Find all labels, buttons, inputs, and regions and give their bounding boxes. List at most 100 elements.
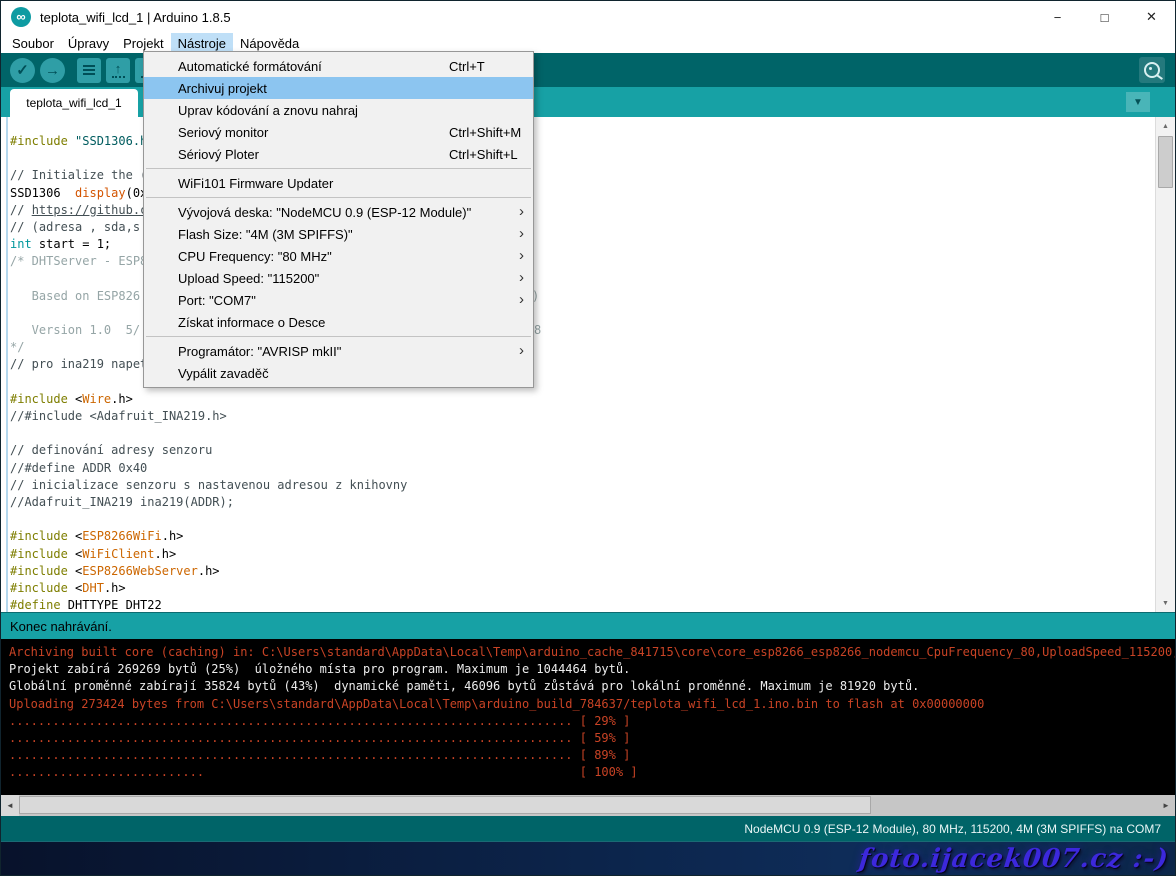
open-arrow-icon: ↑ bbox=[115, 63, 122, 74]
dotted-line-icon bbox=[112, 76, 125, 78]
menu-item-label: WiFi101 Firmware Updater bbox=[178, 176, 333, 191]
board-info-bar: NodeMCU 0.9 (ESP-12 Module), 80 MHz, 115… bbox=[1, 816, 1175, 841]
menubar-item-edit[interactable]: Úpravy bbox=[61, 33, 116, 53]
window-controls: − □ ✕ bbox=[1034, 1, 1175, 33]
code-fragment: 8 bbox=[534, 323, 541, 337]
menu-separator bbox=[146, 197, 531, 198]
maximize-button[interactable]: □ bbox=[1081, 1, 1128, 33]
console-line: Globální proměnné zabírají 35824 bytů (4… bbox=[9, 678, 1175, 695]
console-line: ........................................… bbox=[9, 713, 1175, 730]
scroll-right-button[interactable]: ► bbox=[1157, 795, 1175, 816]
status-text: Konec nahrávání. bbox=[10, 619, 112, 634]
code-line: #include <ESP8266WiFi.h> bbox=[10, 528, 1175, 545]
code-line: //#define ADDR 0x40 bbox=[10, 460, 1175, 477]
menu-item-label: Upload Speed: "115200" bbox=[178, 271, 319, 286]
menu-item-label: Uprav kódování a znovu nahraj bbox=[178, 103, 358, 118]
board-info-text: NodeMCU 0.9 (ESP-12 Module), 80 MHz, 115… bbox=[744, 822, 1161, 836]
console-lines: Archiving built core (caching) in: C:\Us… bbox=[1, 639, 1175, 782]
menu-item-fix-encoding[interactable]: Uprav kódování a znovu nahraj bbox=[144, 99, 533, 121]
watermark-band: foto.ijacek007.cz :-) bbox=[1, 841, 1175, 875]
menu-item-wifi101-updater[interactable]: WiFi101 Firmware Updater bbox=[144, 172, 533, 194]
document-icon bbox=[83, 65, 95, 76]
menu-separator bbox=[146, 168, 531, 169]
vscrollbar-thumb[interactable] bbox=[1158, 136, 1173, 188]
menu-separator bbox=[146, 336, 531, 337]
verify-button[interactable]: ✓ bbox=[10, 58, 35, 83]
menu-item-serial-plotter[interactable]: Sériový Ploter Ctrl+Shift+L bbox=[144, 143, 533, 165]
submenu-arrow-icon: › bbox=[519, 269, 524, 286]
submenu-arrow-icon: › bbox=[519, 291, 524, 308]
menu-item-port[interactable]: Port: "COM7" › bbox=[144, 289, 533, 311]
menubar-item-sketch[interactable]: Projekt bbox=[116, 33, 170, 53]
menubar: SouborÚpravyProjektNástrojeNápověda bbox=[1, 33, 1175, 53]
menu-item-label: Sériový Ploter bbox=[178, 147, 259, 162]
close-button[interactable]: ✕ bbox=[1128, 1, 1175, 33]
menu-item-burn-bootloader[interactable]: Vypálit zavaděč bbox=[144, 362, 533, 384]
console-line: Archiving built core (caching) in: C:\Us… bbox=[9, 644, 1175, 661]
code-line: #include <WiFiClient.h> bbox=[10, 546, 1175, 563]
menu-item-flash-size[interactable]: Flash Size: "4M (3M SPIFFS)" › bbox=[144, 223, 533, 245]
menubar-item-file[interactable]: Soubor bbox=[5, 33, 61, 53]
console-line: Projekt zabírá 269269 bytů (25%) úložnéh… bbox=[9, 661, 1175, 678]
menu-item-label: Flash Size: "4M (3M SPIFFS)" bbox=[178, 227, 353, 242]
menu-item-label: Archivuj projekt bbox=[178, 81, 267, 96]
code-line bbox=[10, 511, 1175, 528]
code-line bbox=[10, 425, 1175, 442]
new-sketch-button[interactable] bbox=[77, 58, 101, 83]
horizontal-scrollbar[interactable]: ◄ ► bbox=[1, 795, 1175, 816]
menu-item-board-select[interactable]: Vývojová deska: "NodeMCU 0.9 (ESP-12 Mod… bbox=[144, 201, 533, 223]
console-line: ........................... [ 100% ] bbox=[9, 764, 1175, 781]
console-output: Archiving built core (caching) in: C:\Us… bbox=[1, 639, 1175, 795]
menu-item-label: Automatické formátování bbox=[178, 59, 322, 74]
code-line: #include <Wire.h> bbox=[10, 391, 1175, 408]
tab-teplota-wifi-lcd-1[interactable]: teplota_wifi_lcd_1 bbox=[10, 89, 138, 117]
code-line: //#include <Adafruit_INA219.h> bbox=[10, 408, 1175, 425]
console-line: ........................................… bbox=[9, 730, 1175, 747]
scroll-up-button[interactable]: ▲ bbox=[1156, 118, 1175, 134]
menu-item-board-info[interactable]: Získat informace o Desce bbox=[144, 311, 533, 333]
hscrollbar-thumb[interactable] bbox=[19, 796, 871, 814]
menu-item-label: Vypálit zavaděč bbox=[178, 366, 269, 381]
code-line: //Adafruit_INA219 ina219(ADDR); bbox=[10, 494, 1175, 511]
minimize-button[interactable]: − bbox=[1034, 1, 1081, 33]
menu-item-serial-monitor[interactable]: Seriový monitor Ctrl+Shift+M bbox=[144, 121, 533, 143]
menu-item-label: Vývojová deska: "NodeMCU 0.9 (ESP-12 Mod… bbox=[178, 205, 471, 220]
console-line: ........................................… bbox=[9, 747, 1175, 764]
tab-list-dropdown-button[interactable]: ▼ bbox=[1126, 92, 1150, 112]
menu-shortcut: Ctrl+Shift+M bbox=[449, 125, 521, 140]
scroll-left-button[interactable]: ◄ bbox=[1, 795, 19, 816]
menu-item-programmer[interactable]: Programátor: "AVRISP mkII" › bbox=[144, 340, 533, 362]
menu-item-archive-sketch[interactable]: Archivuj projekt bbox=[144, 77, 533, 99]
console-line: Uploading 273424 bytes from C:\Users\sta… bbox=[9, 696, 1175, 713]
window-title: teplota_wifi_lcd_1 | Arduino 1.8.5 bbox=[40, 10, 231, 25]
menu-item-label: Port: "COM7" bbox=[178, 293, 256, 308]
menubar-item-help[interactable]: Nápověda bbox=[233, 33, 306, 53]
menu-item-label: Seriový monitor bbox=[178, 125, 268, 140]
titlebar: ∞ teplota_wifi_lcd_1 | Arduino 1.8.5 − □… bbox=[1, 1, 1175, 33]
code-line: #include <ESP8266WebServer.h> bbox=[10, 563, 1175, 580]
arduino-ide-window: ∞ teplota_wifi_lcd_1 | Arduino 1.8.5 − □… bbox=[0, 0, 1176, 876]
status-bar: Konec nahrávání. bbox=[1, 612, 1175, 639]
menu-item-upload-speed[interactable]: Upload Speed: "115200" › bbox=[144, 267, 533, 289]
menubar-item-tools[interactable]: Nástroje bbox=[171, 33, 233, 53]
tools-menu-popup: Automatické formátování Ctrl+T Archivuj pr… bbox=[143, 51, 534, 388]
upload-button[interactable]: → bbox=[40, 58, 65, 83]
menu-item-cpu-frequency[interactable]: CPU Frequency: "80 MHz" › bbox=[144, 245, 533, 267]
menu-item-label: Programátor: "AVRISP mkII" bbox=[178, 344, 341, 359]
arduino-logo-icon: ∞ bbox=[11, 7, 31, 27]
submenu-arrow-icon: › bbox=[519, 342, 524, 359]
submenu-arrow-icon: › bbox=[519, 247, 524, 264]
editor-vertical-scrollbar[interactable]: ▲ ▼ bbox=[1155, 117, 1175, 612]
serial-monitor-button[interactable] bbox=[1139, 57, 1165, 83]
menu-shortcut: Ctrl+Shift+L bbox=[449, 147, 518, 162]
menu-shortcut: Ctrl+T bbox=[449, 59, 485, 74]
code-line: // definování adresy senzoru bbox=[10, 442, 1175, 459]
code-line: #include <DHT.h> bbox=[10, 580, 1175, 597]
menu-item-auto-format[interactable]: Automatické formátování Ctrl+T bbox=[144, 55, 533, 77]
menu-item-label: CPU Frequency: "80 MHz" bbox=[178, 249, 332, 264]
submenu-arrow-icon: › bbox=[519, 225, 524, 242]
scroll-down-button[interactable]: ▼ bbox=[1156, 595, 1175, 611]
open-button[interactable]: ↑ bbox=[106, 58, 130, 83]
watermark-text: foto.ijacek007.cz :-) bbox=[858, 844, 1171, 874]
menu-item-label: Získat informace o Desce bbox=[178, 315, 325, 330]
